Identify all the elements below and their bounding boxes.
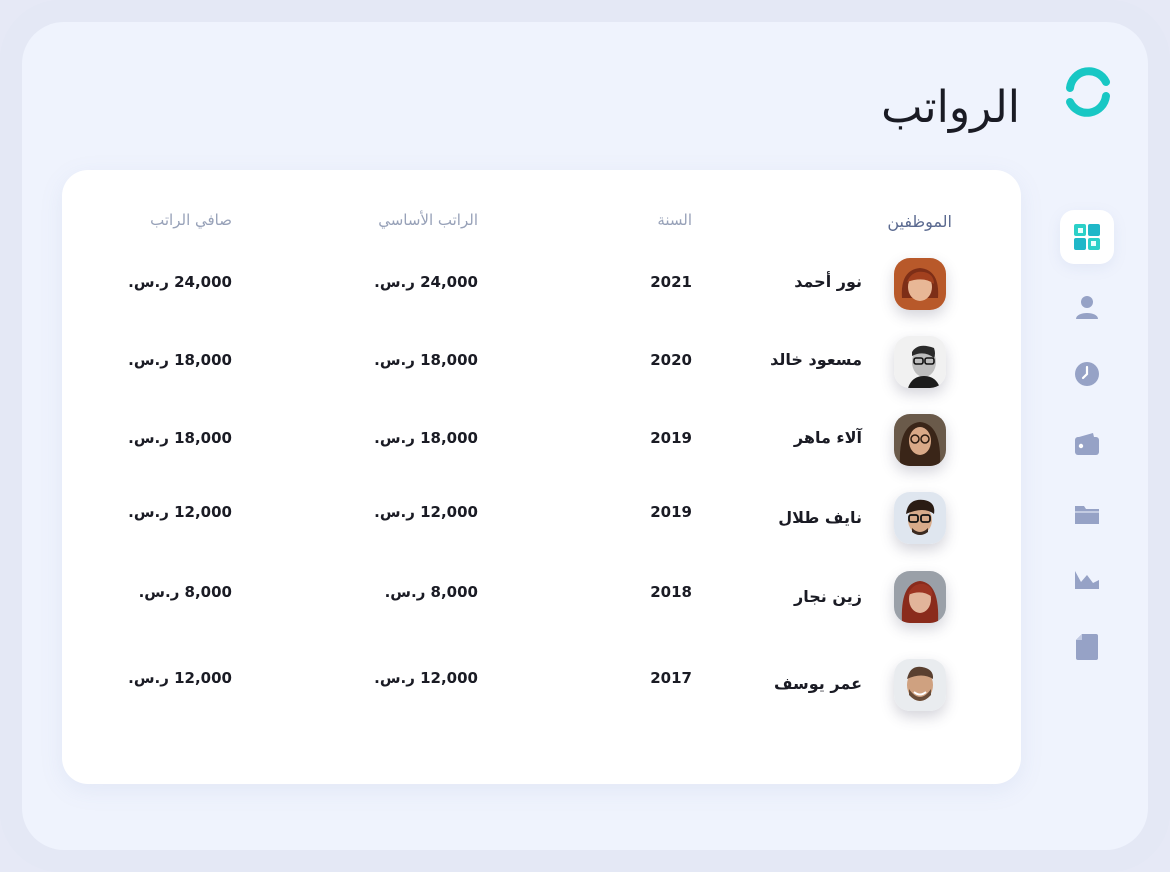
sidebar-item-files[interactable] <box>1060 487 1114 541</box>
employee-year: 2019 <box>650 503 692 521</box>
folder-icon <box>1074 501 1100 527</box>
employee-net-salary: 8,000 ر.س. <box>138 583 232 601</box>
sidebar-item-documents[interactable] <box>1060 620 1114 674</box>
avatar <box>894 659 946 711</box>
employee-name[interactable]: آلاء ماهر <box>794 428 862 447</box>
sidebar-item-dashboard[interactable] <box>1060 210 1114 264</box>
sidebar-item-reports[interactable] <box>1060 552 1114 606</box>
employee-net-salary: 12,000 ر.س. <box>128 669 232 687</box>
employee-basic-salary: 12,000 ر.س. <box>374 503 478 521</box>
employee-net-salary: 18,000 ر.س. <box>128 351 232 369</box>
header-employees[interactable]: الموظفين <box>887 212 952 231</box>
employee-basic-salary: 24,000 ر.س. <box>374 273 478 291</box>
employee-net-salary: 24,000 ر.س. <box>128 273 232 291</box>
avatar <box>894 571 946 623</box>
area-chart-icon <box>1074 566 1100 592</box>
employee-basic-salary: 8,000 ر.س. <box>384 583 478 601</box>
sidebar-item-employees[interactable] <box>1060 280 1114 334</box>
avatar <box>894 336 946 388</box>
avatar <box>894 414 946 466</box>
header-year[interactable]: السنة <box>657 211 692 229</box>
sidebar-item-attendance[interactable] <box>1060 347 1114 401</box>
employee-name[interactable]: نور أحمد <box>794 272 862 291</box>
employee-name[interactable]: زين نجار <box>794 587 862 606</box>
avatar <box>894 258 946 310</box>
employee-year: 2018 <box>650 583 692 601</box>
avatar <box>894 492 946 544</box>
header-net-salary[interactable]: صافي الراتب <box>150 211 232 229</box>
document-icon <box>1075 633 1099 661</box>
employee-year: 2017 <box>650 669 692 687</box>
employee-net-salary: 12,000 ر.س. <box>128 503 232 521</box>
wallet-icon <box>1074 431 1100 457</box>
employee-year: 2020 <box>650 351 692 369</box>
salaries-table-card <box>62 170 1021 784</box>
clock-icon <box>1074 361 1100 387</box>
grid-icon <box>1073 223 1101 251</box>
employee-name[interactable]: عمر يوسف <box>774 674 862 693</box>
employee-basic-salary: 18,000 ر.س. <box>374 429 478 447</box>
employee-year: 2021 <box>650 273 692 291</box>
employee-net-salary: 18,000 ر.س. <box>128 429 232 447</box>
user-icon <box>1074 294 1100 320</box>
employee-basic-salary: 18,000 ر.س. <box>374 351 478 369</box>
employee-name[interactable]: مسعود خالد <box>770 350 862 369</box>
sidebar-item-finance[interactable] <box>1060 417 1114 471</box>
header-basic-salary[interactable]: الراتب الأساسي <box>378 211 478 229</box>
employee-basic-salary: 12,000 ر.س. <box>374 669 478 687</box>
app-logo <box>1064 66 1112 118</box>
page-title: الرواتب <box>881 82 1020 133</box>
employee-year: 2019 <box>650 429 692 447</box>
employee-name[interactable]: نايف طلال <box>778 508 862 527</box>
